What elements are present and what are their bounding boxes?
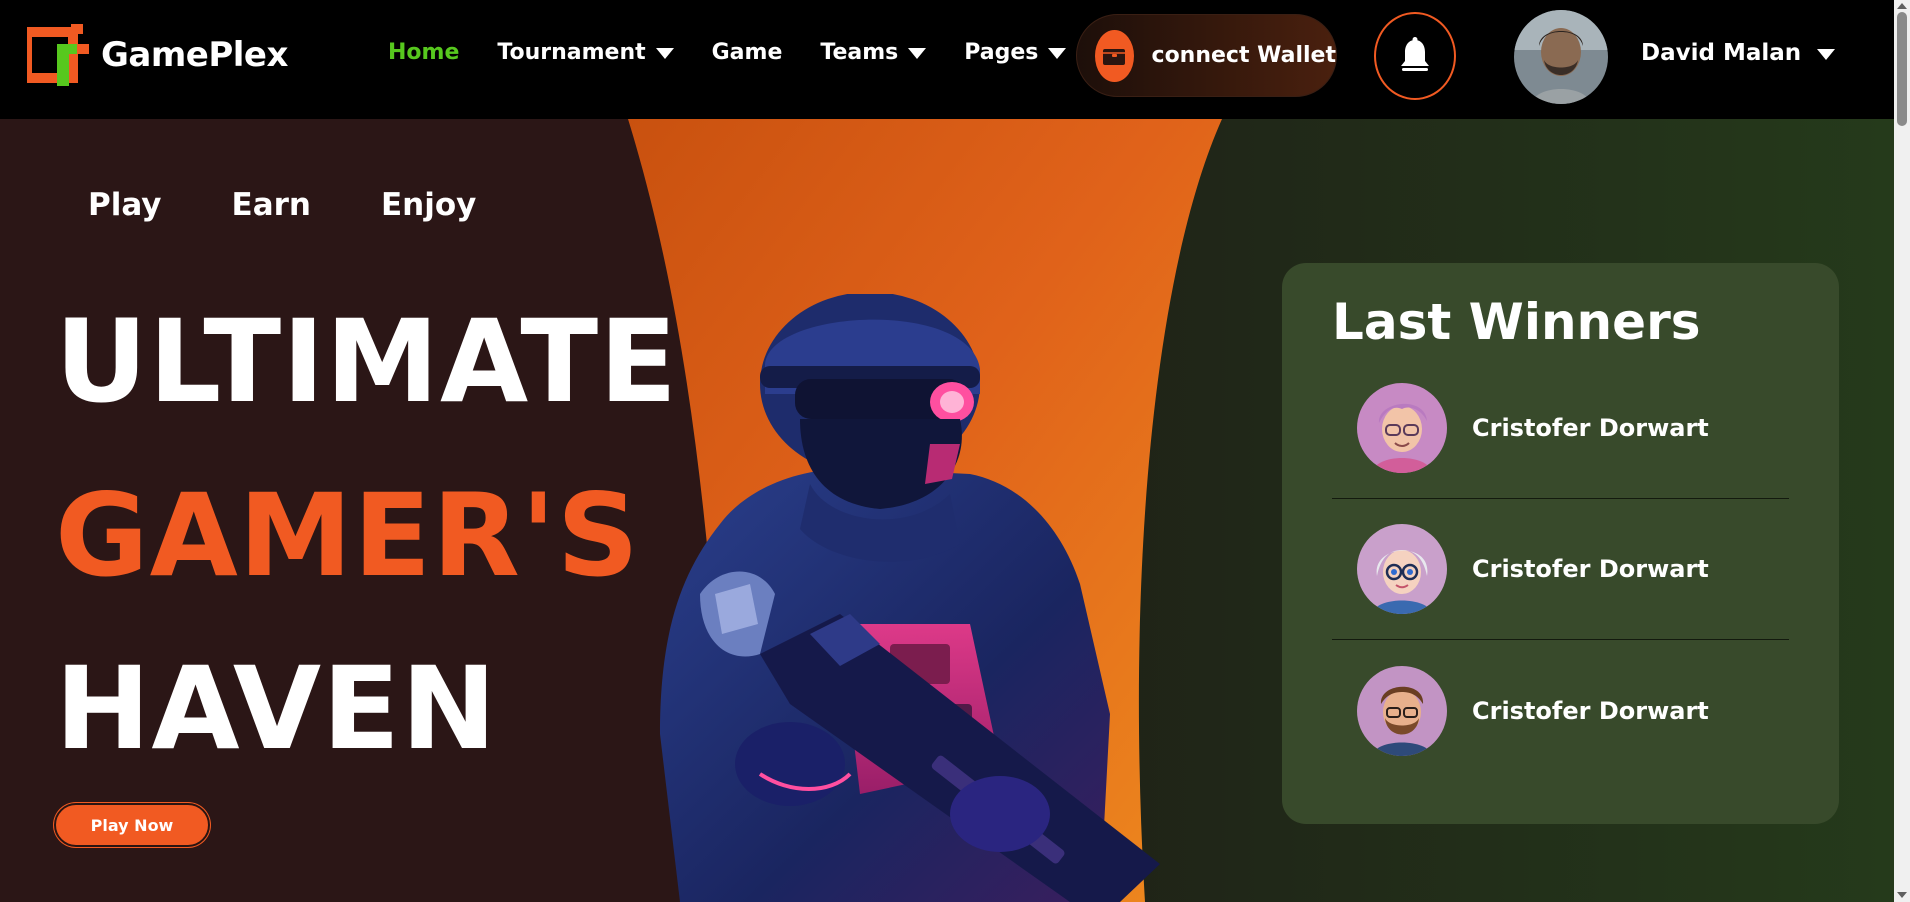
- caret-down-icon: [655, 48, 674, 59]
- connect-wallet-button[interactable]: connect Wallet: [1076, 14, 1337, 97]
- winner-row[interactable]: Cristofer Dorwart: [1332, 358, 1789, 499]
- gameplex-logo-icon: [27, 24, 89, 86]
- headline-line-1: ULTIMATE: [55, 295, 678, 428]
- winner-name: Cristofer Dorwart: [1472, 555, 1709, 583]
- nav-home-label: Home: [388, 40, 460, 65]
- hero-section: Play Earn Enjoy ULTIMATE GAMER'S HAVEN P…: [0, 119, 1894, 902]
- main-nav: Home Tournament Game Teams Pages: [388, 40, 1067, 65]
- scroll-down-arrow-icon[interactable]: [1897, 892, 1907, 898]
- wallet-label: connect Wallet: [1151, 43, 1336, 68]
- soldier-illustration: [660, 294, 1160, 902]
- user-name: David Malan: [1641, 40, 1802, 66]
- user-avatar[interactable]: [1514, 10, 1608, 104]
- winner-avatar: [1357, 665, 1447, 756]
- nav-teams-label: Teams: [820, 40, 899, 65]
- winner-name: Cristofer Dorwart: [1472, 696, 1709, 725]
- caret-down-icon: [1048, 48, 1067, 59]
- caret-down-icon: [908, 48, 927, 59]
- scroll-up-arrow-icon[interactable]: [1897, 3, 1907, 9]
- notifications-button[interactable]: [1374, 12, 1456, 100]
- caret-down-icon: [1817, 48, 1836, 60]
- tag-play: Play: [88, 187, 162, 223]
- play-now-button[interactable]: Play Now: [54, 803, 210, 847]
- brand-logo[interactable]: GamePlex: [27, 24, 288, 86]
- winner-avatar: [1357, 383, 1447, 473]
- headline-line-3: HAVEN: [55, 642, 498, 775]
- headline-line-2: GAMER'S: [55, 469, 640, 602]
- tag-earn: Earn: [231, 187, 311, 223]
- last-winners-card: Last Winners Cristofer Dorwart Cristofer…: [1282, 263, 1839, 824]
- user-menu[interactable]: David Malan: [1641, 40, 1836, 66]
- nav-pages[interactable]: Pages: [964, 40, 1067, 65]
- scroll-thumb[interactable]: [1897, 12, 1907, 126]
- top-navbar: GamePlex Home Tournament Game Teams Page…: [0, 0, 1894, 119]
- brand-name: GamePlex: [101, 35, 288, 75]
- wallet-icon: [1095, 29, 1134, 82]
- nav-tournament-label: Tournament: [497, 40, 646, 65]
- bell-icon: [1401, 37, 1429, 71]
- hero-tags: Play Earn Enjoy: [88, 187, 476, 223]
- nav-pages-label: Pages: [964, 40, 1039, 65]
- nav-home[interactable]: Home: [388, 40, 459, 65]
- nav-game[interactable]: Game: [712, 40, 783, 65]
- winner-name: Cristofer Dorwart: [1472, 414, 1709, 442]
- winners-title: Last Winners: [1332, 293, 1701, 351]
- nav-game-label: Game: [711, 40, 783, 65]
- winner-row[interactable]: Cristofer Dorwart: [1332, 640, 1789, 781]
- winner-row[interactable]: Cristofer Dorwart: [1332, 499, 1789, 640]
- nav-teams[interactable]: Teams: [820, 40, 927, 65]
- page-scrollbar[interactable]: [1894, 0, 1910, 902]
- winner-avatar: [1357, 524, 1447, 614]
- tag-enjoy: Enjoy: [380, 187, 477, 223]
- nav-tournament[interactable]: Tournament: [497, 40, 674, 65]
